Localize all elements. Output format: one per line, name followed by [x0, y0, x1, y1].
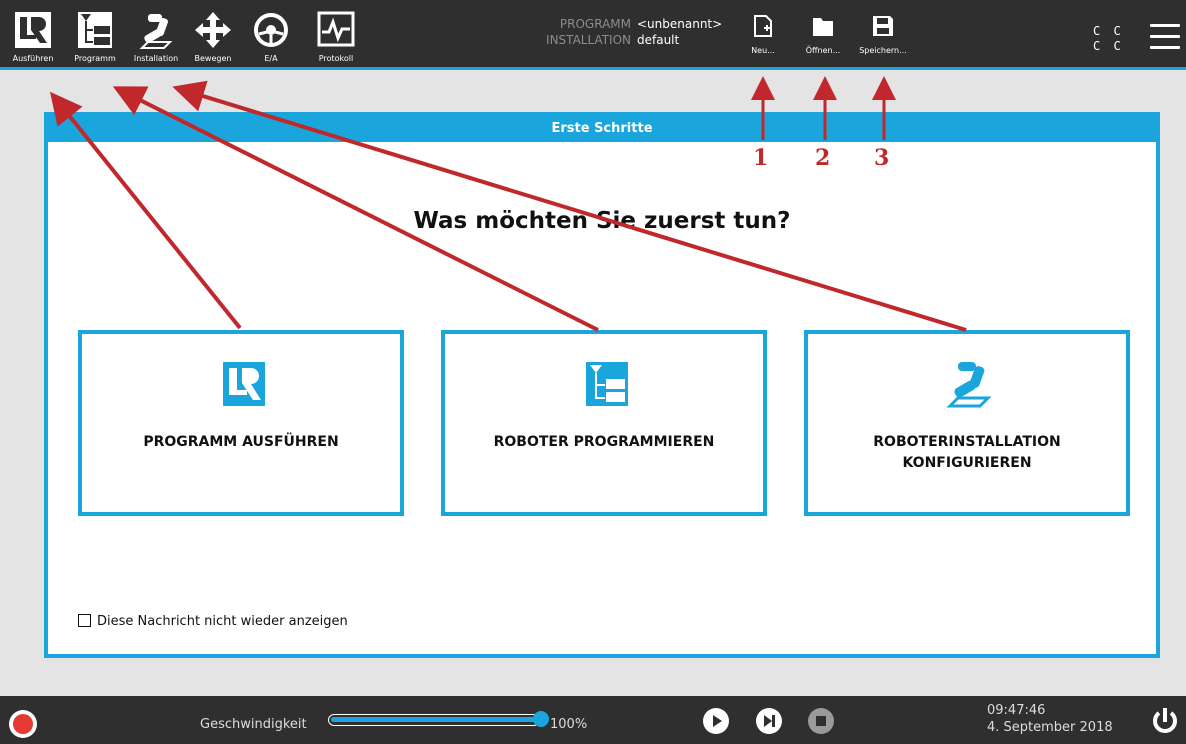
- nav-program-label: Programm: [74, 54, 116, 63]
- program-info: PROGRAMM <unbenannt> INSTALLATION default: [541, 16, 722, 48]
- getting-started-dialog: Erste Schritte Was möchten Sie zuerst tu…: [44, 112, 1160, 658]
- clock: 09:47:46 4. September 2018: [987, 702, 1113, 736]
- nav-run-label: Ausführen: [12, 54, 54, 63]
- installation-name: default: [637, 33, 680, 47]
- new-file-icon: [754, 15, 772, 37]
- annotation-number-2: 2: [815, 145, 831, 171]
- top-toolbar: Ausführen Programm Installation Bewegen: [0, 0, 1186, 70]
- speed-value: 100%: [550, 717, 588, 732]
- open-button-label: Öffnen...: [805, 46, 841, 55]
- installation-key: INSTALLATION: [546, 33, 631, 47]
- nav-move-label: Bewegen: [194, 54, 232, 63]
- save-button[interactable]: Speichern...: [855, 14, 911, 55]
- folder-icon: [813, 18, 833, 36]
- configure-installation-label: ROBOTERINSTALLATION KONFIGURIEREN: [808, 432, 1126, 474]
- speed-slider[interactable]: [328, 711, 549, 727]
- clock-date: 4. September 2018: [987, 720, 1113, 735]
- new-button-label: Neu...: [751, 46, 775, 55]
- configure-installation-line1: ROBOTERINSTALLATION: [873, 434, 1061, 450]
- save-disk-icon: [873, 16, 893, 36]
- nav-installation-label: Installation: [133, 54, 179, 63]
- program-tree-icon: [78, 12, 112, 48]
- stop-button[interactable]: [808, 708, 834, 734]
- record-button[interactable]: [9, 710, 37, 738]
- nav-move[interactable]: Bewegen: [188, 6, 238, 63]
- program-key: PROGRAMM: [559, 17, 631, 31]
- configure-installation-card[interactable]: ROBOTERINSTALLATION KONFIGURIEREN: [804, 330, 1130, 516]
- play-icon: [713, 715, 722, 727]
- nav-log-label: Protokoll: [318, 54, 354, 63]
- clock-time: 09:47:46: [987, 703, 1046, 718]
- dialog-question: Was möchten Sie zuerst tun?: [413, 208, 791, 234]
- power-button[interactable]: [1150, 706, 1180, 740]
- io-dial-icon: [254, 13, 288, 47]
- annotation-number-1: 1: [753, 145, 769, 171]
- open-button[interactable]: Öffnen...: [800, 14, 846, 55]
- log-graph-icon: [317, 11, 355, 47]
- dont-show-again-checkbox[interactable]: [78, 614, 91, 627]
- ur-logo-icon: [223, 362, 265, 406]
- program-name: <unbenannt>: [637, 17, 723, 31]
- status-indicator: C C C C: [1093, 24, 1124, 54]
- nav-io-label: E/A: [264, 54, 278, 63]
- step-button[interactable]: [756, 708, 782, 734]
- save-button-label: Speichern...: [859, 46, 907, 55]
- program-tree-icon: [586, 362, 628, 406]
- nav-log[interactable]: Protokoll: [308, 6, 364, 63]
- record-icon: [13, 714, 33, 734]
- nav-io[interactable]: E/A: [246, 6, 296, 63]
- bottom-bar: Geschwindigkeit 100% 09:47:46 4. Septemb…: [0, 696, 1186, 744]
- nav-run[interactable]: Ausführen: [5, 6, 61, 63]
- nav-installation[interactable]: Installation: [128, 6, 184, 63]
- program-robot-card[interactable]: ROBOTER PROGRAMMIEREN: [441, 330, 767, 516]
- play-button[interactable]: [703, 708, 729, 734]
- status-row-2: C C: [1093, 39, 1124, 53]
- run-program-label: PROGRAMM AUSFÜHREN: [143, 434, 339, 450]
- speed-slider-fill: [331, 717, 539, 722]
- stop-icon: [816, 716, 826, 726]
- robot-arm-icon: [946, 362, 992, 408]
- power-icon: [1153, 708, 1177, 733]
- speed-label: Geschwindigkeit: [200, 717, 307, 732]
- dont-show-again-label: Diese Nachricht nicht wieder anzeigen: [97, 614, 348, 629]
- run-program-card[interactable]: PROGRAMM AUSFÜHREN: [78, 330, 404, 516]
- move-arrows-icon: [195, 12, 231, 48]
- status-row-1: C C: [1093, 24, 1124, 38]
- robot-arm-icon: [139, 14, 173, 49]
- nav-program[interactable]: Programm: [66, 6, 124, 63]
- dialog-title: Erste Schritte: [48, 116, 1156, 142]
- program-robot-label: ROBOTER PROGRAMMIEREN: [493, 434, 715, 450]
- hamburger-menu-icon[interactable]: [1150, 24, 1180, 57]
- step-icon: [764, 715, 775, 727]
- dont-show-again-row[interactable]: Diese Nachricht nicht wieder anzeigen: [78, 614, 348, 629]
- configure-installation-line2: KONFIGURIEREN: [902, 455, 1032, 471]
- ur-logo-icon: [15, 12, 51, 48]
- speed-slider-knob[interactable]: [533, 711, 549, 727]
- annotation-number-3: 3: [874, 145, 890, 171]
- new-button[interactable]: Neu...: [746, 14, 780, 55]
